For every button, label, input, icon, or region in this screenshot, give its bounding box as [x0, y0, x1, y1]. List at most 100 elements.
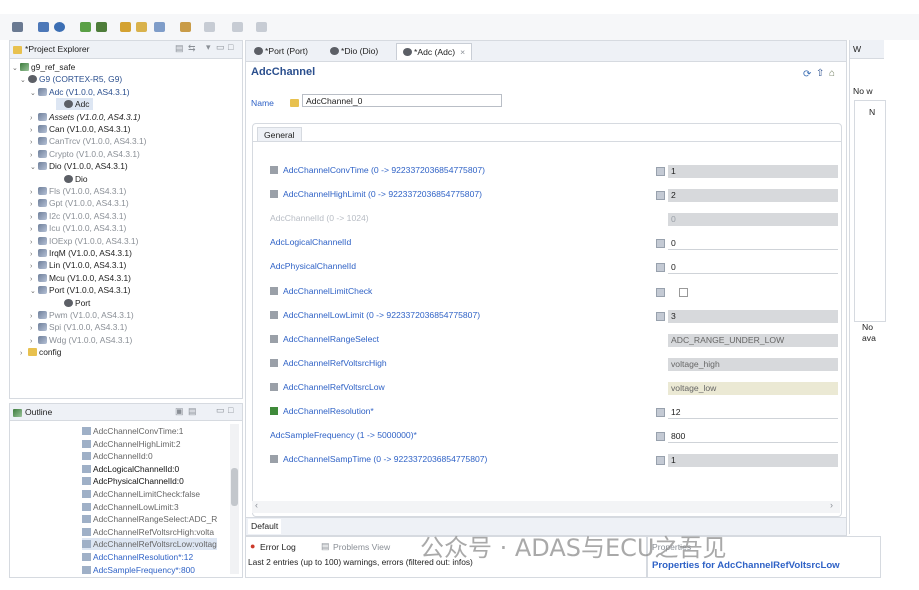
field-value-input[interactable]: 0	[668, 261, 838, 275]
value-type-icon[interactable]	[656, 239, 665, 249]
field-value-input[interactable]: 0	[668, 237, 838, 251]
expand-toggle-icon[interactable]: ⌄	[12, 63, 20, 75]
value-type-icon[interactable]	[656, 311, 665, 321]
outline-maximize-icon[interactable]: □	[228, 405, 233, 415]
outline-item[interactable]: AdcChannelRefVoltsrcHigh:volta	[82, 526, 214, 538]
outline-item[interactable]: AdcChannelRefVoltsrcLow:voltag	[82, 538, 217, 551]
outline-minimize-icon[interactable]: ▭	[216, 405, 225, 416]
outline-item[interactable]: AdcChannelConvTime:1	[82, 425, 183, 437]
explorer-title[interactable]: *Project Explorer	[25, 44, 89, 54]
field-label: AdcChannelId (0 -> 1024)	[270, 213, 369, 223]
tree-item[interactable]: › Icu (V1.0.0, AS4.3.1)	[30, 222, 126, 234]
tree-item[interactable]: › config	[20, 346, 61, 358]
outline-scroll-thumb[interactable]	[231, 468, 238, 506]
maximize-icon[interactable]: □	[228, 42, 233, 52]
tree-item[interactable]: › I2c (V1.0.0, AS4.3.1)	[30, 210, 126, 222]
tool-icon[interactable]	[120, 22, 131, 32]
field-value-input[interactable]: 12	[668, 406, 838, 419]
value-type-icon[interactable]	[656, 287, 665, 297]
field-value-input[interactable]: voltage_high	[668, 357, 838, 371]
editor-hscrollbar[interactable]: ‹ ›	[252, 500, 840, 513]
parameter-icon	[82, 490, 91, 498]
tree-item[interactable]: › Assets (V1.0.0, AS4.3.1)	[30, 111, 140, 123]
tree-item[interactable]: Dio	[56, 173, 88, 185]
minimize-icon[interactable]: ▭	[216, 42, 225, 53]
tree-item[interactable]: › IrqM (V1.0.0, AS4.3.1)	[30, 247, 132, 259]
outline-item[interactable]: AdcChannelLowLimit:3	[82, 501, 179, 513]
tree-item[interactable]: › Gpt (V1.0.0, AS4.3.1)	[30, 197, 129, 209]
expand-toggle-icon[interactable]: ⌄	[30, 286, 38, 298]
tree-item[interactable]: ⌄ Port (V1.0.0, AS4.3.1)	[30, 284, 130, 296]
expand-toggle-icon[interactable]: ⌄	[20, 75, 28, 87]
tree-item[interactable]: Adc	[56, 98, 94, 111]
validate-icon[interactable]	[80, 22, 91, 32]
outline-item[interactable]: AdcChannelResolution*:12	[82, 551, 193, 563]
scroll-right-icon[interactable]: ›	[830, 500, 833, 510]
link-editor-icon[interactable]: ⇆	[188, 43, 196, 54]
value-type-icon[interactable]	[656, 263, 665, 273]
tree-item[interactable]: › Crypto (V1.0.0, AS4.3.1)	[30, 148, 140, 160]
generate-icon[interactable]	[96, 22, 107, 32]
forward-icon[interactable]	[204, 22, 215, 32]
field-label-text: AdcChannelSampTime (0 -> 922337203685477…	[283, 454, 488, 465]
right-panel-tab[interactable]: W	[853, 44, 861, 54]
field-value-input[interactable]: 1	[668, 454, 838, 468]
pin-icon[interactable]	[256, 22, 267, 32]
outline-item[interactable]: AdcSampleFrequency*:800	[82, 564, 195, 576]
tree-item[interactable]: › Wdg (V1.0.0, AS4.3.1)	[30, 334, 132, 346]
value-type-icon[interactable]	[656, 408, 665, 417]
tree-item[interactable]: ⌄ g9_ref_safe	[12, 61, 75, 73]
field-value-input[interactable]: 0	[668, 213, 838, 227]
sort-icon[interactable]: ▣	[175, 406, 184, 417]
outline-title[interactable]: Outline	[25, 407, 52, 417]
tree-item[interactable]: ⌄ Dio (V1.0.0, AS4.3.1)	[30, 160, 128, 172]
field-value-input[interactable]: 2	[668, 189, 838, 203]
tab-problems-view[interactable]: Problems View	[333, 542, 390, 552]
tree-item[interactable]: › Pwm (V1.0.0, AS4.3.1)	[30, 309, 134, 321]
scroll-left-icon[interactable]: ‹	[255, 500, 258, 510]
outline-item[interactable]: AdcChannelId:0	[82, 450, 153, 462]
field-value-input[interactable]: 3	[668, 309, 838, 323]
tab-error-log[interactable]: Error Log	[260, 542, 296, 552]
tree-item[interactable]: › Can (V1.0.0, AS4.3.1)	[30, 123, 130, 135]
field-value-input[interactable]: ADC_RANGE_UNDER_LOW	[668, 333, 838, 347]
tree-item[interactable]: › Spi (V1.0.0, AS4.3.1)	[30, 321, 127, 333]
outline-scrollbar[interactable]	[230, 424, 239, 574]
expand-toggle-icon[interactable]: ›	[20, 348, 28, 360]
expand-toggle-icon[interactable]: ⌄	[30, 88, 38, 100]
tree-item[interactable]: › CanTrcv (V1.0.0, AS4.3.1)	[30, 135, 146, 147]
field-value-input[interactable]: voltage_low	[668, 381, 838, 395]
tree-item[interactable]: Port	[56, 297, 90, 309]
edit-icon[interactable]	[154, 22, 165, 32]
save-icon[interactable]	[38, 22, 49, 32]
value-type-icon[interactable]	[656, 167, 665, 176]
value-type-icon[interactable]	[656, 432, 665, 442]
tree-item[interactable]: › Fls (V1.0.0, AS4.3.1)	[30, 185, 126, 197]
limit-check-checkbox[interactable]	[679, 287, 688, 297]
back-icon[interactable]	[180, 22, 191, 32]
expand-toggle-icon[interactable]: ⌄	[30, 162, 38, 174]
tab-default[interactable]: Default	[248, 519, 282, 534]
view-menu-icon[interactable]: ▾	[206, 42, 211, 53]
value-type-icon[interactable]	[656, 191, 665, 201]
link-icon[interactable]	[136, 22, 147, 32]
tree-item[interactable]: › Lin (V1.0.0, AS4.3.1)	[30, 259, 126, 271]
tree-item[interactable]: › IOExp (V1.0.0, AS4.3.1)	[30, 235, 138, 247]
outline-item[interactable]: AdcChannelRangeSelect:ADC_R	[82, 513, 217, 525]
tree-item[interactable]: ⌄ G9 (CORTEX-R5, G9)	[20, 73, 122, 85]
collapse-all-icon[interactable]: ▤	[175, 43, 184, 54]
tree-item-label: g9_ref_safe	[31, 62, 76, 72]
tree-item[interactable]: ⌄ Adc (V1.0.0, AS4.3.1)	[30, 86, 130, 98]
outline-item[interactable]: AdcPhysicalChannelId:0	[82, 475, 184, 487]
filter-icon[interactable]: ▤	[188, 406, 197, 417]
tree-item[interactable]: › Mcu (V1.0.0, AS4.3.1)	[30, 272, 131, 284]
outline-item[interactable]: AdcLogicalChannelId:0	[82, 463, 179, 475]
globe-icon[interactable]	[54, 22, 65, 32]
history-icon[interactable]	[232, 22, 243, 32]
outline-item[interactable]: AdcChannelLimitCheck:false	[82, 488, 200, 500]
field-value-input[interactable]: 800	[668, 430, 838, 444]
field-value-input[interactable]: 1	[668, 165, 838, 178]
outline-item[interactable]: AdcChannelHighLimit:2	[82, 438, 181, 450]
value-type-icon[interactable]	[656, 456, 665, 466]
new-icon[interactable]	[12, 22, 23, 32]
